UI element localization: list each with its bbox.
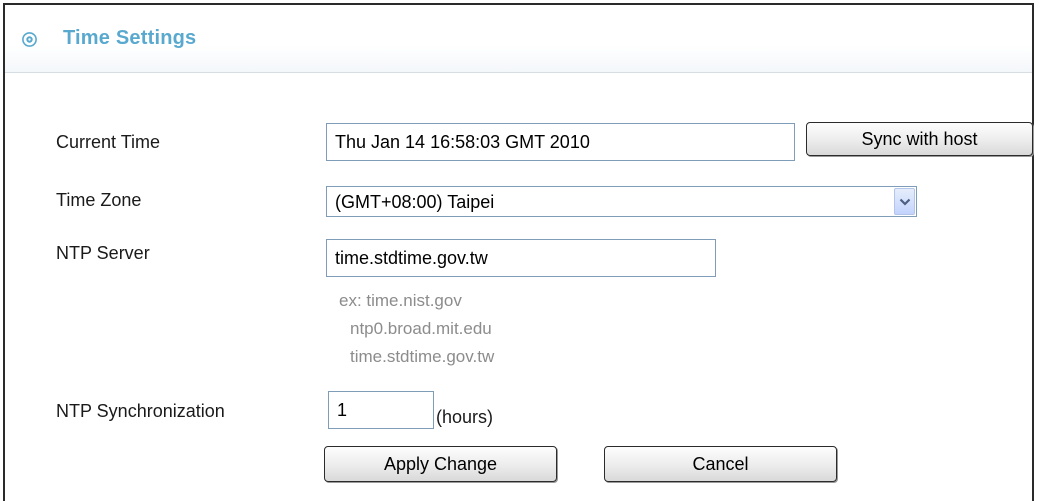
- target-icon: [22, 32, 37, 47]
- ntp-example-3: time.stdtime.gov.tw: [350, 347, 495, 366]
- time-zone-label: Time Zone: [56, 190, 142, 210]
- dropdown-arrow[interactable]: [894, 188, 915, 215]
- chevron-down-icon: [899, 198, 911, 206]
- current-time-label: Current Time: [56, 132, 161, 152]
- sync-with-host-button[interactable]: Sync with host: [806, 122, 1033, 156]
- ntp-server-input[interactable]: [326, 239, 716, 277]
- page-title: Time Settings: [63, 27, 197, 49]
- apply-change-button[interactable]: Apply Change: [324, 446, 557, 482]
- hours-unit-label: (hours): [436, 407, 494, 427]
- current-time-field[interactable]: [326, 123, 795, 161]
- time-zone-selected-value: (GMT+08:00) Taipei: [335, 192, 495, 212]
- cancel-button[interactable]: Cancel: [604, 446, 837, 482]
- ntp-example-2: ntp0.broad.mit.edu: [350, 319, 492, 338]
- ntp-example-1: ex: time.nist.gov: [339, 291, 462, 310]
- ntp-server-label: NTP Server: [56, 243, 150, 263]
- time-zone-select[interactable]: (GMT+08:00) Taipei: [326, 186, 917, 217]
- ntp-sync-label: NTP Synchronization: [56, 401, 225, 421]
- ntp-sync-hours-input[interactable]: [328, 391, 434, 429]
- panel-header: Time Settings: [5, 5, 1032, 73]
- time-settings-panel: Time Settings Current Time Sync with hos…: [3, 3, 1034, 501]
